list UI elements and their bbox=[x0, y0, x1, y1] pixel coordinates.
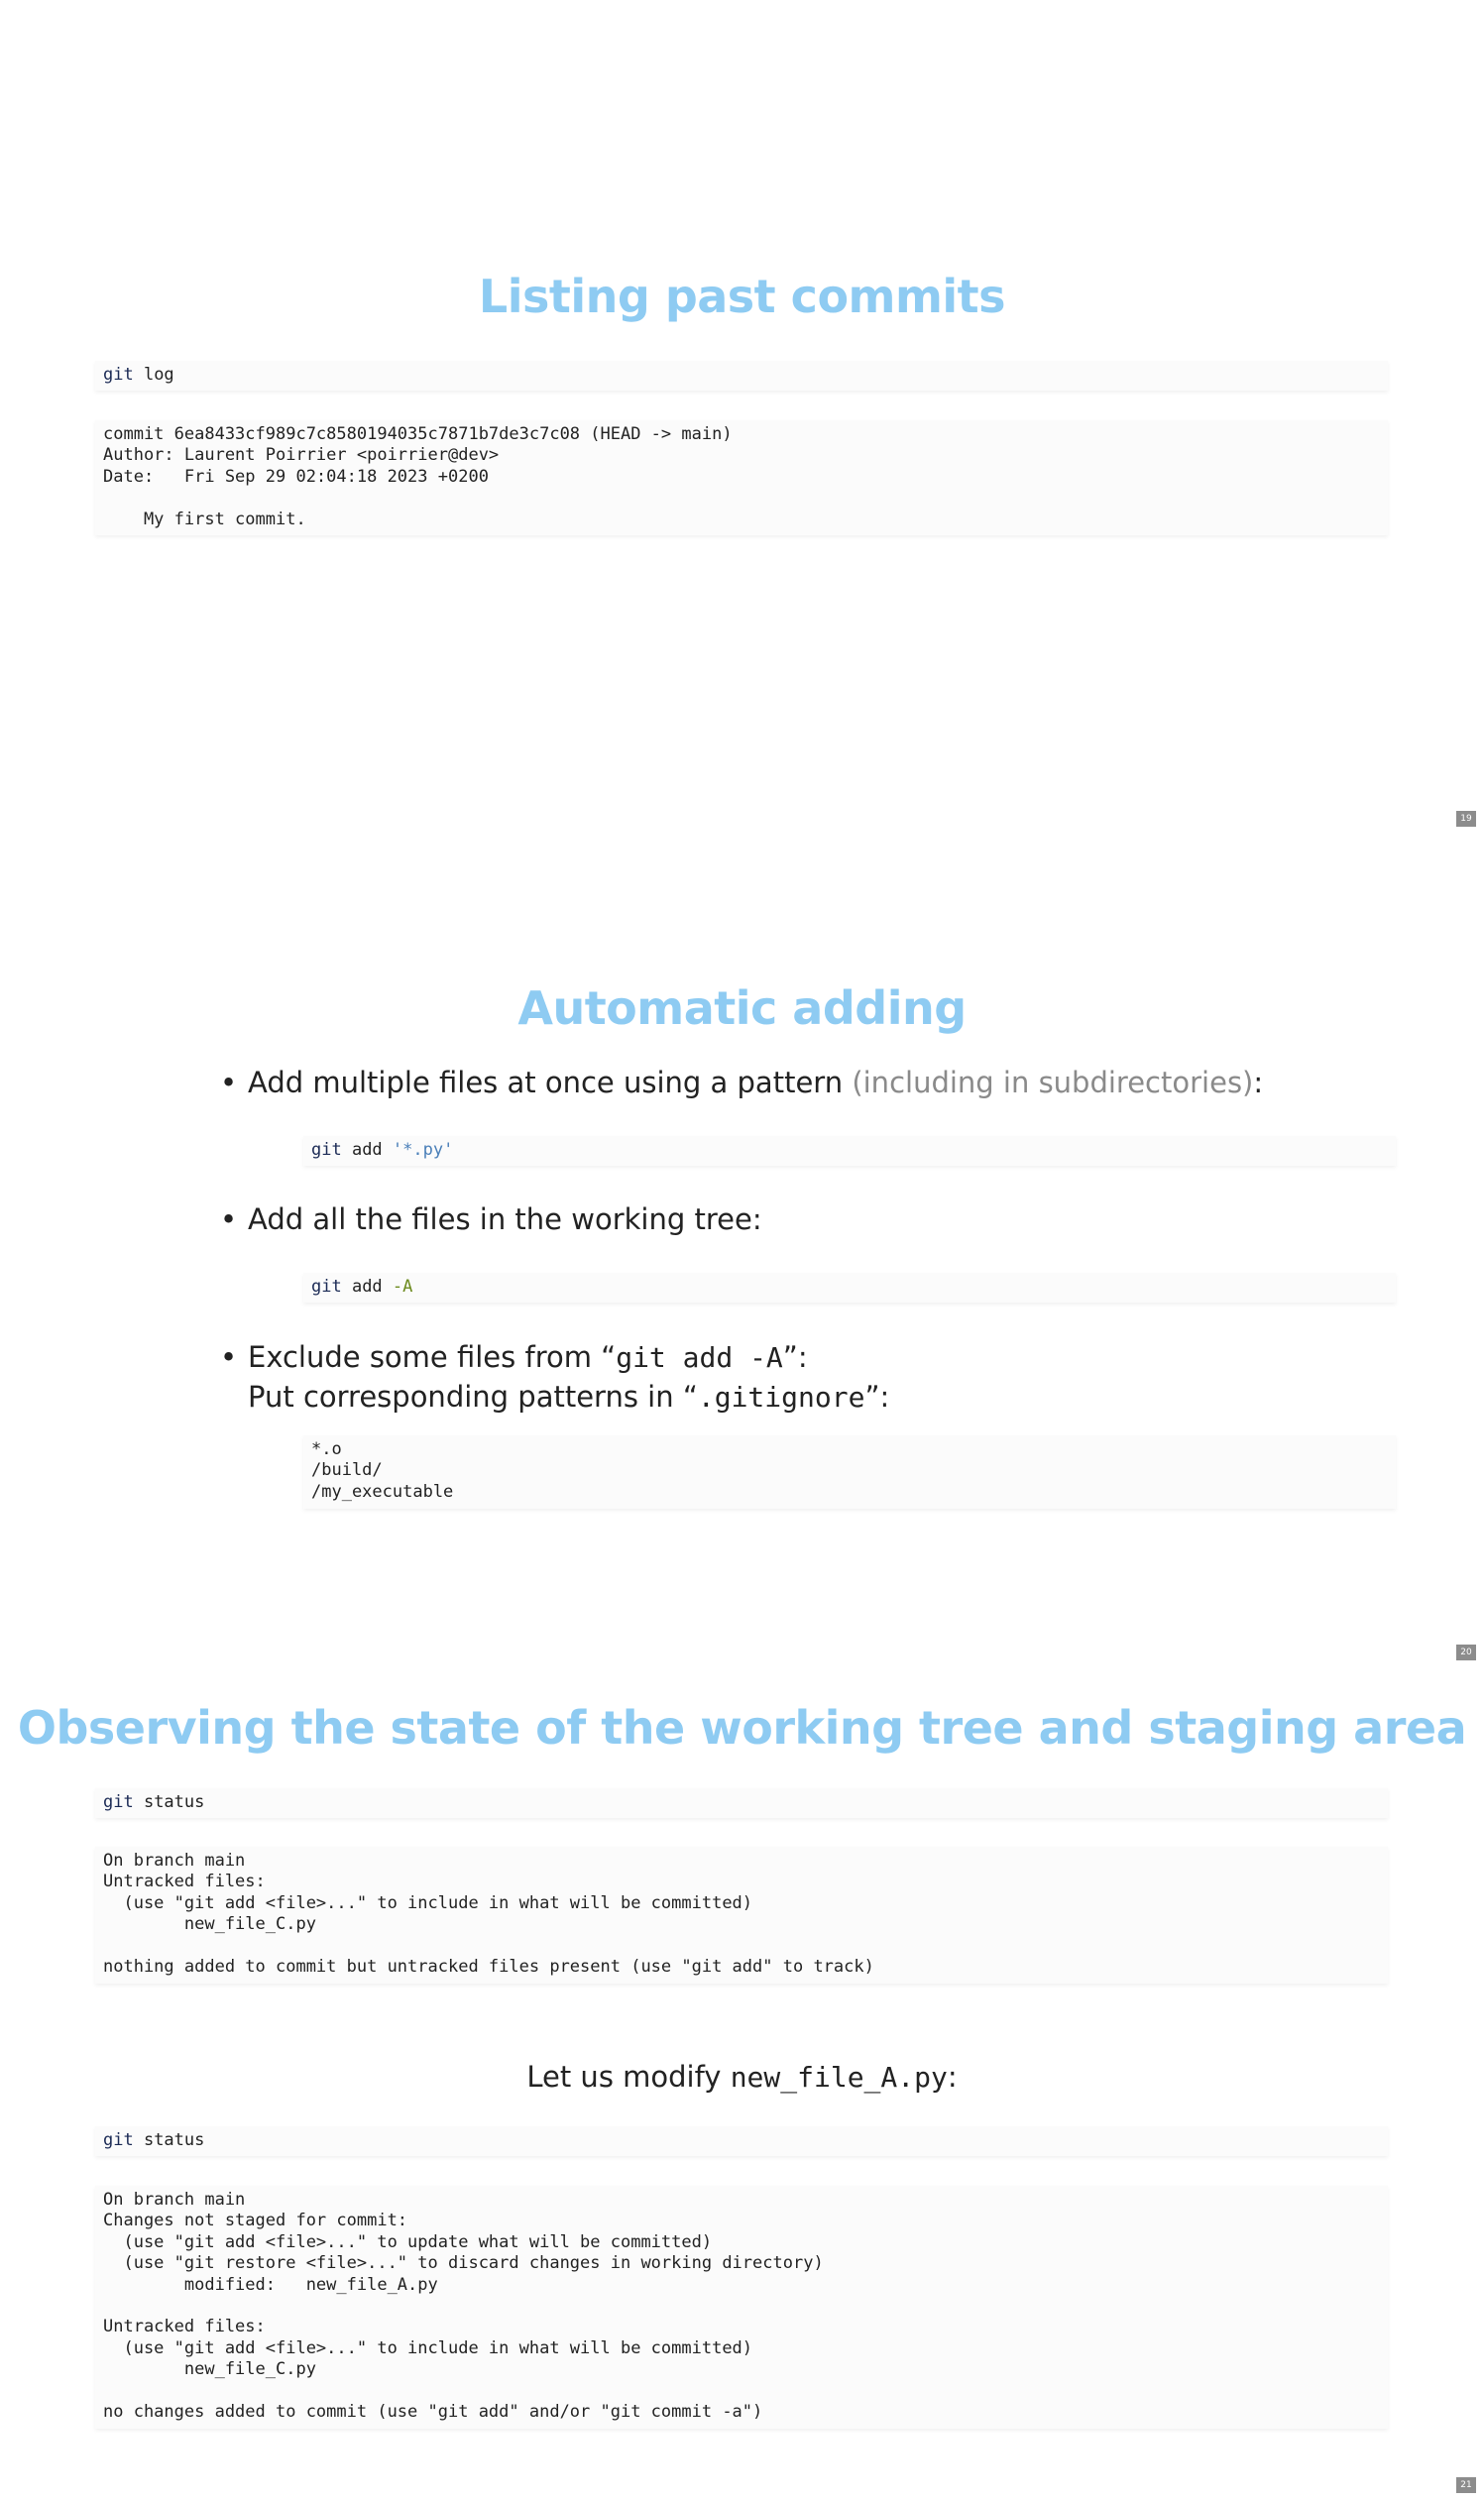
output-line: modified: new_file_A.py bbox=[103, 2274, 438, 2295]
command-line: git status bbox=[103, 1792, 205, 1812]
command-line: git status bbox=[103, 2130, 205, 2150]
command-keyword: git bbox=[311, 1140, 342, 1160]
command-args: log bbox=[133, 365, 174, 385]
slide-observing-state: Observing the state of the working tree … bbox=[0, 1666, 1484, 2503]
output-line: (use "git add <file>..." to include in w… bbox=[103, 1892, 753, 1913]
output-line: Untracked files: bbox=[103, 2317, 266, 2337]
inline-code: .gitignore bbox=[697, 1381, 865, 1414]
slide-automatic-adding: Automatic adding • Add multiple files at… bbox=[0, 833, 1484, 1666]
output-line: Untracked files: bbox=[103, 1872, 266, 1892]
output-line: no changes added to commit (use "git add… bbox=[103, 2402, 763, 2423]
command-keyword: git bbox=[103, 2130, 134, 2150]
bullet-dot: • bbox=[220, 1202, 238, 1236]
command-keyword: git bbox=[311, 1277, 342, 1297]
slide-number: 19 bbox=[1456, 811, 1476, 827]
code-line: git add -A bbox=[311, 1277, 413, 1297]
output-line: Changes not staged for commit: bbox=[103, 2211, 408, 2231]
output-line: My first commit. bbox=[103, 509, 306, 529]
inline-code: new_file_A.py bbox=[730, 2061, 948, 2094]
output-line: Author: Laurent Poirrier <poirrier@dev> bbox=[103, 445, 500, 466]
slide-listing-commits: Listing past commits git log commit 6ea8… bbox=[0, 0, 1484, 833]
slide-number: 21 bbox=[1456, 2477, 1476, 2493]
slide-title: Listing past commits bbox=[478, 270, 1006, 323]
output-line: On branch main bbox=[103, 1851, 246, 1871]
output-line: new_file_C.py bbox=[103, 2359, 316, 2380]
gitignore-line: /build/ bbox=[311, 1460, 383, 1481]
git-log-output: commit 6ea8433cf989c7c8580194035c7871b7d… bbox=[95, 420, 1388, 535]
output-line: On branch main bbox=[103, 2190, 246, 2210]
output-line: Date: Fri Sep 29 02:04:18 2023 +0200 bbox=[103, 466, 489, 487]
slide-title: Automatic adding bbox=[517, 981, 967, 1035]
option-flag: -A bbox=[392, 1277, 413, 1297]
command-block: git status bbox=[95, 2126, 1388, 2156]
command-block: git log bbox=[95, 361, 1388, 391]
bullet-dot: • bbox=[220, 1340, 238, 1374]
output-line: (use "git add <file>..." to update what … bbox=[103, 2231, 713, 2252]
gitignore-block: *.o/build//my_executable bbox=[303, 1435, 1396, 1509]
git-status-output-modified: On branch main Changes not staged for com… bbox=[95, 2186, 1388, 2429]
pattern-string: '*.py' bbox=[392, 1140, 454, 1160]
muted-note: (including in subdirectories) bbox=[852, 1066, 1254, 1099]
transition-text: Let us modify new_file_A.py: bbox=[526, 2060, 958, 2094]
bullet-text: Exclude some files from “git add -A”: bbox=[248, 1340, 808, 1374]
gitignore-line: *.o bbox=[311, 1439, 342, 1459]
git-status-output: On branch main Untracked files: (use "git… bbox=[95, 1847, 1388, 1984]
output-line: commit 6ea8433cf989c7c8580194035c7871b7d… bbox=[103, 424, 733, 444]
output-line: nothing added to commit but untracked fi… bbox=[103, 1957, 874, 1978]
output-line: (use "git add <file>..." to include in w… bbox=[103, 2337, 753, 2358]
slide-number: 20 bbox=[1456, 1645, 1476, 1660]
command-keyword: git bbox=[103, 365, 134, 385]
bullet-text-continuation: Put corresponding patterns in “.gitignor… bbox=[248, 1380, 890, 1414]
code-line: git add '*.py' bbox=[311, 1140, 454, 1160]
code-pattern-block: git add '*.py' bbox=[303, 1136, 1396, 1166]
output-line: (use "git restore <file>..." to discard … bbox=[103, 2253, 824, 2274]
command-block: git status bbox=[95, 1788, 1388, 1818]
slide-title: Observing the state of the working tree … bbox=[17, 1701, 1467, 1755]
gitignore-line: /my_executable bbox=[311, 1481, 454, 1502]
command-line: git log bbox=[103, 365, 1380, 386]
bullet-text: Add all the files in the working tree: bbox=[248, 1202, 762, 1236]
bullet-text: Add multiple files at once using a patte… bbox=[248, 1066, 1264, 1099]
inline-code: git add -A bbox=[616, 1341, 783, 1374]
command-keyword: git bbox=[103, 1792, 134, 1812]
bullet-dot: • bbox=[220, 1066, 238, 1099]
output-line: new_file_C.py bbox=[103, 1914, 316, 1935]
code-all-block: git add -A bbox=[303, 1273, 1396, 1303]
